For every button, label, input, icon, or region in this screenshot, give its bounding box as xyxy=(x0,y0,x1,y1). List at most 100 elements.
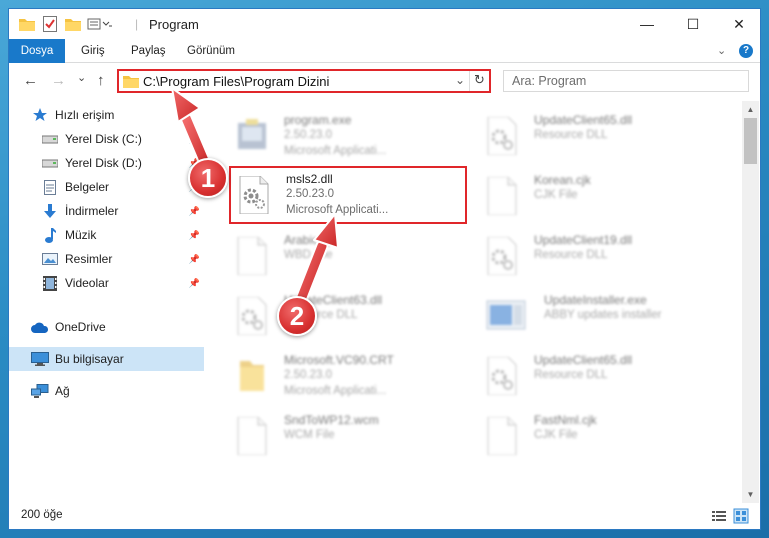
file-version: 2.50.23.0 xyxy=(284,129,332,141)
tab-share[interactable]: Paylaş xyxy=(121,39,176,63)
computer-icon xyxy=(31,351,49,367)
pin-icon[interactable]: 📌 xyxy=(189,206,200,217)
sidebar-item-this-pc[interactable]: Bu bilgisayar xyxy=(9,347,204,371)
music-icon xyxy=(41,227,59,243)
file-name: FastNml.cjk xyxy=(534,413,597,427)
file-tile-updateinstaller-exe[interactable]: UpdateInstaller.exe ABBY updates install… xyxy=(478,289,723,345)
tab-home[interactable]: Giriş xyxy=(71,39,115,63)
blank-file-icon xyxy=(487,417,517,455)
sidebar-item-local-disk-d[interactable]: Yerel Disk (D:) 📌 xyxy=(9,151,204,175)
pin-icon[interactable]: 📌 xyxy=(189,134,200,145)
explorer-window: | Program — ☐ ✕ Dosya Giriş Paylaş Görün… xyxy=(8,8,761,530)
sidebar-item-downloads[interactable]: İndirmeler 📌 xyxy=(9,199,204,223)
sidebar-item-label: Yerel Disk (C:) xyxy=(65,132,142,146)
forward-button[interactable]: → xyxy=(51,72,66,89)
close-button[interactable]: ✕ xyxy=(716,9,760,39)
sidebar-item-pictures[interactable]: Resimler 📌 xyxy=(9,247,204,271)
file-version: ABBY updates installer xyxy=(544,309,662,321)
tab-file[interactable]: Dosya xyxy=(9,39,65,63)
pin-icon[interactable]: 📌 xyxy=(189,278,200,289)
file-highlight-box xyxy=(229,166,467,224)
exe-icon xyxy=(238,119,266,149)
scroll-down-icon[interactable]: ▼ xyxy=(742,486,759,503)
file-tile-arabic-cjk[interactable]: Arabic.cjk WBD File xyxy=(228,229,473,285)
video-icon xyxy=(41,275,59,291)
file-version: 2.50.23.0 xyxy=(284,369,332,381)
vertical-scrollbar[interactable]: ▲ ▼ xyxy=(742,101,759,503)
sidebar-item-label: İndirmeler xyxy=(65,204,119,218)
address-bar[interactable]: C:\Program Files\Program Dizini ⌄ ↻ xyxy=(117,69,491,93)
file-version: WCM File xyxy=(284,429,335,441)
file-tile-microsoft-vc90-crt[interactable]: Microsoft.VC90.CRT 2.50.23.0 Microsoft A… xyxy=(228,349,473,405)
file-name: Arabic.cjk xyxy=(284,233,337,247)
sidebar-item-videos[interactable]: Videolar 📌 xyxy=(9,271,204,295)
sidebar-item-music[interactable]: Müzik 📌 xyxy=(9,223,204,247)
blank-file-icon xyxy=(237,417,267,455)
file-tile-updateclient63-dll[interactable]: UpdateClient63.dll Resource DLL xyxy=(228,289,473,345)
file-tile-updateclient19-dll[interactable]: UpdateClient19.dll Resource DLL xyxy=(478,229,723,285)
file-tile-korean-cjk[interactable]: Korean.cjk CJK File xyxy=(478,169,723,225)
pin-icon[interactable]: 📌 xyxy=(189,230,200,241)
disk-icon xyxy=(41,131,59,147)
pin-icon[interactable]: 📌 xyxy=(189,254,200,265)
address-divider xyxy=(469,71,470,91)
sidebar-item-label: Ağ xyxy=(55,384,70,398)
quick-access-folder-icon[interactable] xyxy=(19,16,35,32)
file-tile-updateclient65-dll[interactable]: UpdateClient65.dll Resource DLL xyxy=(478,109,723,165)
title-separator: | xyxy=(135,17,139,31)
address-dropdown-icon[interactable]: ⌄ xyxy=(455,73,465,87)
file-tile-sndtowp12-wcm[interactable]: SndToWP12.wcm WCM File xyxy=(228,409,473,465)
sidebar-item-label: Videolar xyxy=(65,276,109,290)
file-name: UpdateInstaller.exe xyxy=(544,293,647,307)
blank-file-icon xyxy=(487,177,517,215)
file-name: Microsoft.VC90.CRT xyxy=(284,353,394,367)
scroll-up-icon[interactable]: ▲ xyxy=(742,101,759,118)
minimize-button[interactable]: — xyxy=(624,9,670,39)
file-tile-program-exe[interactable]: program.exe 2.50.23.0 Microsoft Applicat… xyxy=(228,109,473,165)
ribbon-expand-icon[interactable]: ⌄ xyxy=(717,44,726,57)
properties-icon[interactable] xyxy=(43,16,57,32)
sidebar-item-onedrive[interactable]: OneDrive xyxy=(9,315,204,339)
tab-view[interactable]: Görünüm xyxy=(177,39,245,63)
file-version: CJK File xyxy=(534,429,578,441)
sidebar-item-network[interactable]: Ağ xyxy=(9,379,204,403)
step-badge-2: 2 xyxy=(277,296,317,336)
file-name: Korean.cjk xyxy=(534,173,591,187)
sidebar-item-label: Belgeler xyxy=(65,180,110,194)
pictures-icon xyxy=(41,251,59,267)
file-version: Resource DLL xyxy=(534,369,608,381)
file-tile-fastnml-cjk[interactable]: FastNml.cjk CJK File xyxy=(478,409,723,465)
step-badge-1: 1 xyxy=(188,158,228,198)
recent-locations-button[interactable]: ⌄ xyxy=(77,71,86,84)
file-version: Resource DLL xyxy=(534,249,608,261)
network-icon xyxy=(31,383,49,399)
sidebar-item-quick-access[interactable]: Hızlı erişim xyxy=(9,103,204,127)
new-folder-icon[interactable] xyxy=(65,16,81,32)
scroll-thumb[interactable] xyxy=(744,118,757,164)
search-box[interactable]: Ara: Program xyxy=(503,70,749,92)
file-name: program.exe xyxy=(284,113,352,127)
disk-icon xyxy=(41,155,59,171)
navigation-bar: ← → ⌄ ↑ C:\Program Files\Program Dizini … xyxy=(9,63,760,99)
search-input[interactable]: Ara: Program xyxy=(512,74,586,88)
navigation-pane: Hızlı erişim Yerel Disk (C:) 📌 Yerel Dis… xyxy=(9,101,206,497)
installer-icon xyxy=(486,300,526,330)
dll-gear-icon xyxy=(237,297,267,335)
file-tile-updateclient65-dll-2[interactable]: UpdateClient65.dll Resource DLL xyxy=(478,349,723,405)
refresh-icon[interactable]: ↻ xyxy=(474,72,485,88)
sidebar-item-label: Bu bilgisayar xyxy=(55,352,124,366)
details-view-icon[interactable] xyxy=(711,508,727,524)
up-button[interactable]: ↑ xyxy=(97,72,105,89)
star-icon xyxy=(31,107,49,123)
sidebar-item-local-disk-c[interactable]: Yerel Disk (C:) 📌 xyxy=(9,127,204,151)
cloud-icon xyxy=(31,319,49,335)
back-button[interactable]: ← xyxy=(23,72,38,89)
address-path[interactable]: C:\Program Files\Program Dizini xyxy=(143,74,329,89)
file-name: UpdateClient65.dll xyxy=(534,113,633,127)
large-icons-view-icon[interactable] xyxy=(733,508,749,524)
help-icon[interactable]: ? xyxy=(739,44,753,58)
dll-gear-icon xyxy=(487,117,517,155)
maximize-button[interactable]: ☐ xyxy=(670,9,716,39)
sidebar-item-documents[interactable]: Belgeler 📌 xyxy=(9,175,204,199)
customize-toolbar-icon[interactable] xyxy=(87,16,113,32)
